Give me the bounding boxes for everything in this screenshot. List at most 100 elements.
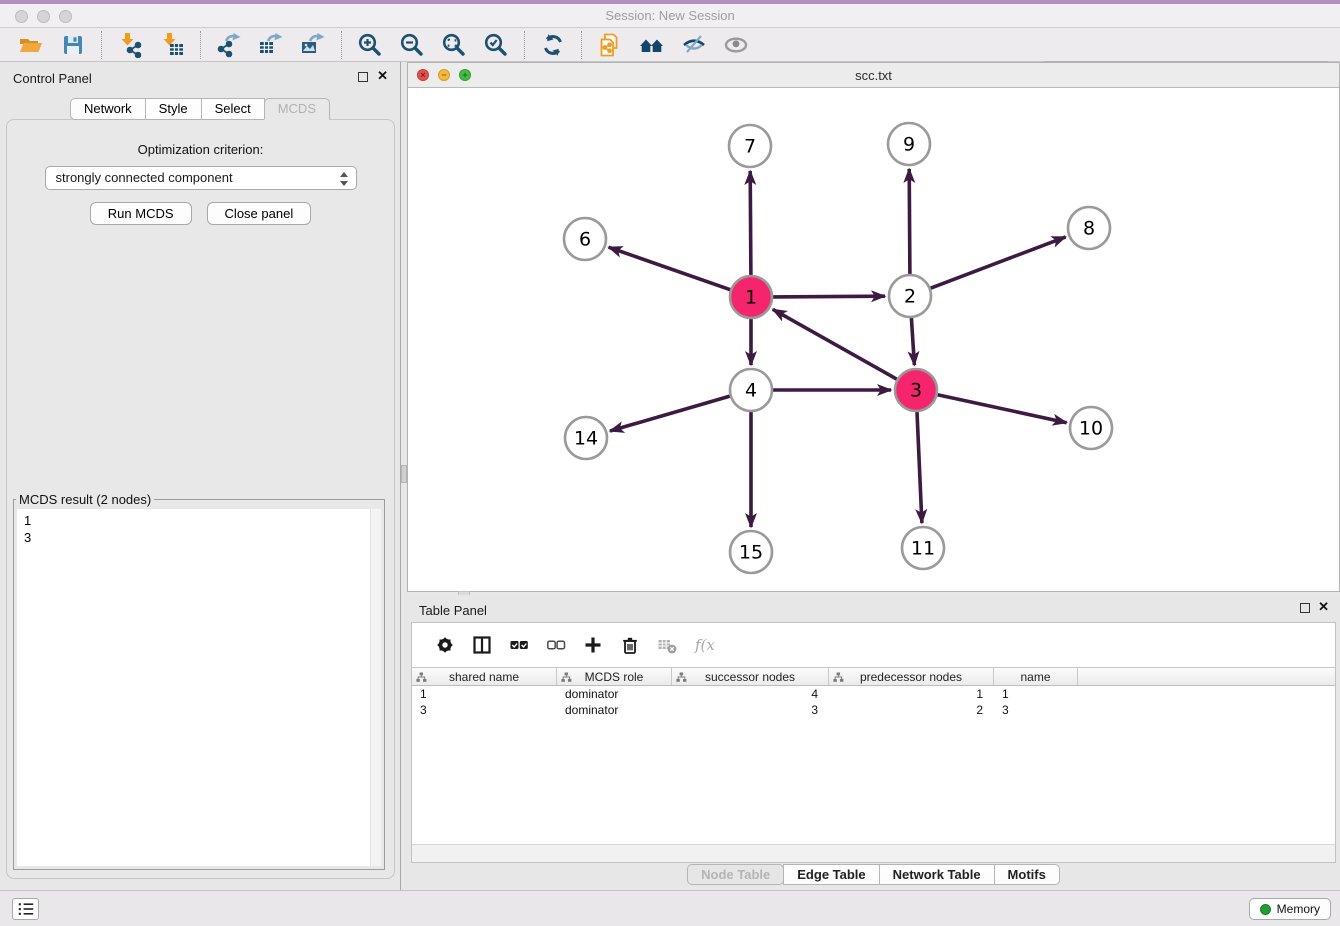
graph-edge-4-14[interactable] xyxy=(610,396,730,431)
column-header-successor-nodes[interactable]: successor nodes xyxy=(672,668,829,685)
run-mcds-button[interactable]: Run MCDS xyxy=(90,202,192,225)
column-header-MCDS-role[interactable]: MCDS role xyxy=(557,668,672,685)
toolbar-separator xyxy=(524,31,525,59)
column-header-shared-name[interactable]: shared name xyxy=(412,668,557,685)
svg-text:6: 6 xyxy=(579,229,591,251)
graph-node-1[interactable]: 1 xyxy=(730,276,772,318)
graph-node-6[interactable]: 6 xyxy=(564,218,606,260)
memory-button[interactable]: Memory xyxy=(1249,898,1331,920)
tab-select[interactable]: Select xyxy=(201,98,265,120)
tab-style[interactable]: Style xyxy=(145,98,202,120)
graph-edge-3-10[interactable] xyxy=(938,395,1067,423)
zoom-out-icon[interactable] xyxy=(395,31,429,59)
cell-name[interactable]: 1 xyxy=(994,686,1078,702)
export-table-icon[interactable] xyxy=(254,31,288,59)
graph-node-7[interactable]: 7 xyxy=(729,125,771,167)
control-panel-float-icon[interactable] xyxy=(358,72,368,82)
table-horizontal-scrollbar[interactable] xyxy=(412,844,1335,862)
cell-predecessor-nodes[interactable]: 2 xyxy=(829,702,994,718)
mcds-result-fieldset: MCDS result (2 nodes) 1 3 xyxy=(13,492,385,870)
export-image-icon[interactable] xyxy=(296,31,330,59)
function-icon: f(x) xyxy=(689,632,719,658)
tab-network[interactable]: Network xyxy=(70,98,146,120)
cell-successor-nodes[interactable]: 4 xyxy=(672,686,829,702)
svg-text:f(x): f(x) xyxy=(694,636,714,654)
node-table: shared name MCDS rolesuccessor nodesprede… xyxy=(412,667,1335,844)
cell-successor-nodes[interactable]: 3 xyxy=(672,702,829,718)
criterion-select[interactable]: strongly connected component xyxy=(45,166,357,190)
svg-text:3: 3 xyxy=(910,380,922,402)
svg-text:2: 2 xyxy=(904,286,916,308)
graph-edge-2-8[interactable] xyxy=(931,237,1066,288)
delete-icon[interactable] xyxy=(615,632,645,658)
table-row[interactable]: 1dominator411 xyxy=(412,686,1335,702)
graph-node-15[interactable]: 15 xyxy=(730,531,772,573)
graph-edge-3-11[interactable] xyxy=(917,412,922,523)
mcds-result-text: 1 3 xyxy=(17,509,369,866)
clone-network-icon[interactable] xyxy=(593,31,627,59)
open-session-icon[interactable] xyxy=(14,31,48,59)
svg-text:4: 4 xyxy=(745,380,757,402)
graph-node-11[interactable]: 11 xyxy=(902,527,944,569)
settings-icon[interactable] xyxy=(430,632,460,658)
control-panel-tabs: NetworkStyleSelectMCDS xyxy=(0,98,400,120)
control-panel-close-icon[interactable]: ✕ xyxy=(377,68,388,84)
zoom-selected-icon[interactable] xyxy=(479,31,513,59)
tab-motifs[interactable]: Motifs xyxy=(994,864,1060,885)
graph-edge-2-9[interactable] xyxy=(909,169,910,274)
deselect-all-icon[interactable] xyxy=(541,632,571,658)
graph-edge-1-2[interactable] xyxy=(773,296,885,297)
add-icon[interactable] xyxy=(578,632,608,658)
graph-edge-2-3[interactable] xyxy=(911,318,914,365)
graph-node-10[interactable]: 10 xyxy=(1070,407,1112,449)
export-network-icon[interactable] xyxy=(212,31,246,59)
graph-node-8[interactable]: 8 xyxy=(1068,207,1110,249)
save-session-icon[interactable] xyxy=(56,31,90,59)
hide-visibility-icon[interactable] xyxy=(677,31,711,59)
graph-node-14[interactable]: 14 xyxy=(565,417,607,459)
zoom-fit-icon[interactable] xyxy=(437,31,471,59)
table-panel-float-icon[interactable] xyxy=(1300,603,1310,613)
refresh-icon[interactable] xyxy=(536,31,570,59)
svg-text:9: 9 xyxy=(903,134,915,156)
cell-shared-name[interactable]: 3 xyxy=(412,702,557,718)
select-all-icon[interactable] xyxy=(504,632,534,658)
cell-name[interactable]: 3 xyxy=(994,702,1078,718)
tab-edge-table[interactable]: Edge Table xyxy=(783,864,879,885)
home-icon[interactable] xyxy=(635,31,669,59)
hierarchy-icon xyxy=(416,672,427,686)
graph-edge-1-6[interactable] xyxy=(609,247,731,290)
cell-MCDS-role[interactable]: dominator xyxy=(557,702,672,718)
tab-mcds[interactable]: MCDS xyxy=(264,98,330,120)
graph-node-3[interactable]: 3 xyxy=(895,369,937,411)
close-panel-button[interactable]: Close panel xyxy=(207,202,312,225)
column-header-predecessor-nodes[interactable]: predecessor nodes xyxy=(829,668,994,685)
tab-network-table[interactable]: Network Table xyxy=(879,864,995,885)
import-network-icon[interactable] xyxy=(113,31,147,59)
table-panel-close-icon[interactable]: ✕ xyxy=(1318,599,1329,615)
import-table-icon[interactable] xyxy=(155,31,189,59)
eye-icon[interactable] xyxy=(719,31,753,59)
hierarchy-icon xyxy=(676,672,687,686)
tab-node-table[interactable]: Node Table xyxy=(687,864,784,885)
cell-MCDS-role[interactable]: dominator xyxy=(557,686,672,702)
mcds-result-box[interactable]: 1 3 xyxy=(17,509,381,866)
cell-predecessor-nodes[interactable]: 1 xyxy=(829,686,994,702)
column-label: shared name xyxy=(449,670,519,684)
control-panel-title: Control Panel xyxy=(13,71,92,86)
toolbar-separator xyxy=(341,31,342,59)
task-history-button[interactable] xyxy=(12,898,39,920)
graph-edge-3-1[interactable] xyxy=(773,309,897,379)
graph-node-9[interactable]: 9 xyxy=(888,123,930,165)
table-row[interactable]: 3dominator323 xyxy=(412,702,1335,718)
graph-edge-1-7[interactable] xyxy=(750,171,751,275)
graph-node-4[interactable]: 4 xyxy=(730,369,772,411)
cell-shared-name[interactable]: 1 xyxy=(412,686,557,702)
mcds-result-scrollbar[interactable] xyxy=(370,509,381,866)
column-header-name[interactable]: name xyxy=(994,668,1078,685)
zoom-in-icon[interactable] xyxy=(353,31,387,59)
network-canvas[interactable]: 7 9 6 8 1 2 4 3 14 10 15 11 xyxy=(408,88,1339,591)
window-title: Session: New Session xyxy=(0,4,1340,28)
columns-icon[interactable] xyxy=(467,632,497,658)
graph-node-2[interactable]: 2 xyxy=(889,275,931,317)
